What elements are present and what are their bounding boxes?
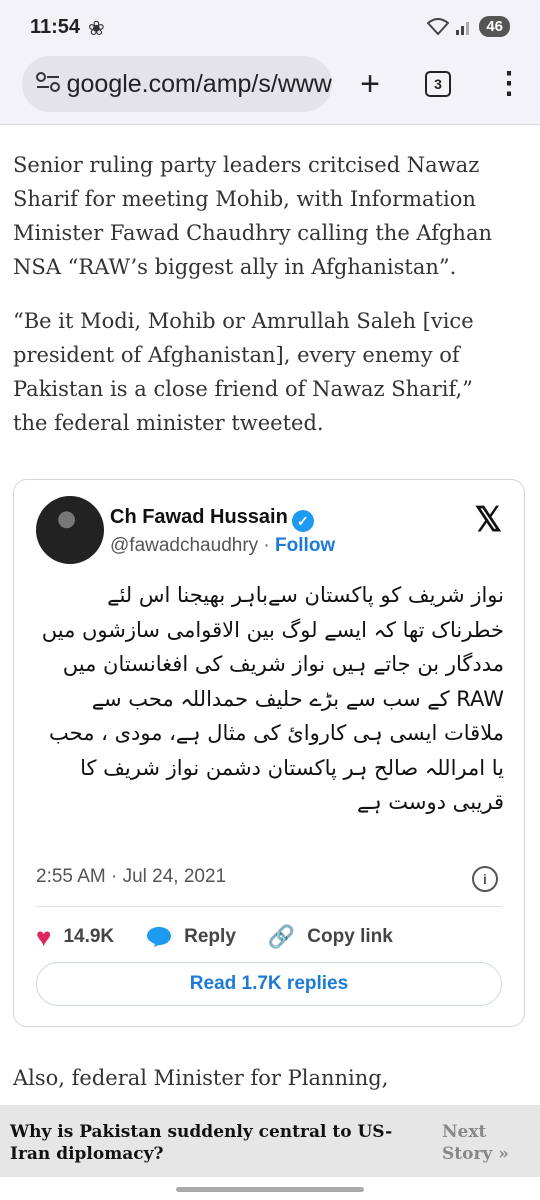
site-settings-icon[interactable] xyxy=(30,71,67,98)
verified-badge-icon: ✓ xyxy=(291,510,314,532)
tweet-author-name[interactable]: Ch Fawad Hussain ✓ xyxy=(110,506,314,532)
heart-icon: ♥ xyxy=(36,921,52,952)
copy-link-label: Copy link xyxy=(307,926,393,947)
copy-link-button[interactable]: 🔗 Copy link xyxy=(268,924,393,950)
info-icon[interactable]: i xyxy=(472,866,498,892)
next-story-link[interactable]: Next Story » xyxy=(442,1121,522,1165)
reply-bubble-icon xyxy=(147,927,172,947)
tweet-text: نواز شریف کو پاکستان سےباہر بھیجنا اس لئ… xyxy=(41,583,504,814)
handle-separator: · xyxy=(258,535,276,556)
reply-button[interactable]: Reply xyxy=(146,926,236,948)
battery-indicator: 46 xyxy=(479,16,510,37)
author-name-text[interactable]: Ch Fawad Hussain xyxy=(110,506,288,528)
next-story-title[interactable]: Why is Pakistan suddenly central to US-I… xyxy=(10,1121,410,1165)
follow-button[interactable]: Follow xyxy=(275,535,335,556)
article-body: Senior ruling party leaders critcised Na… xyxy=(13,148,513,460)
fan-icon: ❀ xyxy=(88,18,105,40)
divider xyxy=(36,906,502,907)
link-icon: 🔗 xyxy=(267,924,296,949)
status-icons: 46 xyxy=(427,16,510,37)
tweet-timestamp[interactable]: 2:55 AM · Jul 24, 2021 xyxy=(36,866,226,888)
more-menu-button[interactable]: ⋮ xyxy=(494,64,524,104)
like-count: 14.9K xyxy=(63,926,115,947)
signal-icon xyxy=(456,21,470,35)
avatar[interactable] xyxy=(36,496,104,564)
tweet-handle[interactable]: @fawadchaudhry xyxy=(110,535,258,556)
like-button[interactable]: ♥ 14.9K xyxy=(36,922,114,953)
gesture-bar[interactable] xyxy=(176,1187,364,1192)
new-tab-button[interactable]: + xyxy=(352,62,388,106)
reply-label: Reply xyxy=(184,926,236,947)
status-time: 11:54 xyxy=(30,16,81,38)
url-text[interactable]: google.com/amp/s/www xyxy=(67,70,332,99)
status-bar: 11:54 ❀ 46 xyxy=(0,0,540,56)
tweet-actions: ♥ 14.9K Reply 🔗 Copy link xyxy=(36,922,502,952)
article-paragraph: Senior ruling party leaders critcised Na… xyxy=(13,153,493,279)
browser-toolbar: google.com/amp/s/www + 3 ⋮ xyxy=(0,56,540,125)
article-continuation: Also, federal Minister for Planning, xyxy=(13,1066,389,1090)
article-paragraph: “Be it Modi, Mohib or Amrullah Saleh [vi… xyxy=(13,309,474,435)
next-story-banner[interactable]: Why is Pakistan suddenly central to US-I… xyxy=(0,1105,540,1177)
tweet-handle-row: @fawadchaudhry · Follow xyxy=(110,535,335,557)
read-replies-button[interactable]: Read 1.7K replies xyxy=(36,962,502,1006)
address-bar[interactable]: google.com/amp/s/www xyxy=(22,56,332,112)
wifi-icon xyxy=(427,17,450,35)
x-logo-icon[interactable]: 𝕏 xyxy=(475,500,502,540)
embedded-tweet[interactable]: Ch Fawad Hussain ✓ @fawadchaudhry · Follo… xyxy=(13,479,525,1027)
tab-switcher-button[interactable]: 3 xyxy=(425,71,451,97)
